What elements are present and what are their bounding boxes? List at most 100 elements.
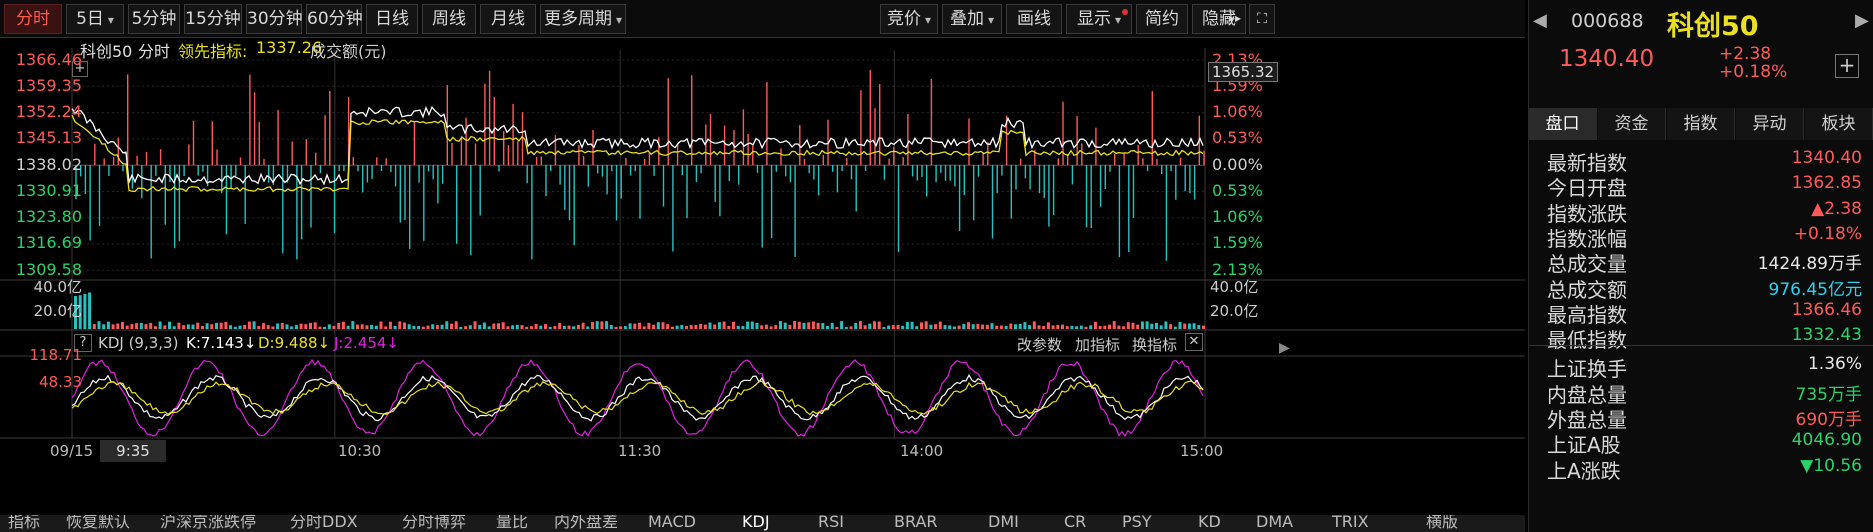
indicator-tab[interactable]: 横版 <box>1426 515 1458 532</box>
volume-bar <box>534 323 538 329</box>
divider <box>1529 345 1873 346</box>
time-label: 10:30 <box>338 442 382 460</box>
tab-60min[interactable]: 60分钟 <box>306 4 363 34</box>
collapse-panel-icon[interactable]: ▶ <box>1279 340 1290 370</box>
price-line <box>71 105 1204 186</box>
add-indicator-button[interactable]: 加指标 <box>1075 334 1120 355</box>
tab-index[interactable]: 指数 <box>1667 108 1735 140</box>
indicator-tab[interactable]: CR <box>1064 515 1086 532</box>
volume-bar <box>243 324 247 329</box>
tab-weekly[interactable]: 周线 <box>422 4 476 34</box>
expand-icon[interactable]: + <box>72 61 88 77</box>
volume-bar <box>515 324 519 329</box>
indicator-tab[interactable]: 量比 <box>496 515 528 532</box>
indicator-tab[interactable]: 指标 <box>8 515 40 532</box>
volume-bar <box>210 324 214 329</box>
indicator-tab[interactable]: TRIX <box>1332 515 1369 532</box>
pct-tick: 1.59% <box>1212 233 1263 252</box>
indicator-tab[interactable]: DMA <box>1256 515 1293 532</box>
simple-mode-button[interactable]: 简约 <box>1136 4 1188 34</box>
indicator-tab[interactable]: 恢复默认 <box>66 515 130 532</box>
volume-bar <box>478 324 482 329</box>
indicator-tab[interactable]: RSI <box>818 515 844 532</box>
volume-bar <box>1131 322 1135 329</box>
edit-params-button[interactable]: 改参数 <box>1017 334 1062 355</box>
indicator-tab[interactable]: PSY <box>1122 515 1152 532</box>
tab-intraday[interactable]: 分时 <box>4 4 62 34</box>
volume-bar <box>1197 325 1201 329</box>
tab-funds[interactable]: 资金 <box>1598 108 1666 140</box>
indicator-tab[interactable]: DMI <box>988 515 1019 532</box>
volume-bar <box>891 325 895 329</box>
fullscreen-icon[interactable]: ⛶ <box>1249 4 1275 34</box>
indicator-tab[interactable]: KD <box>1198 515 1221 532</box>
volume-bar <box>642 326 646 329</box>
tab-orderbook[interactable]: 盘口 <box>1529 108 1597 140</box>
indicator-tab[interactable]: 分时DDX <box>290 515 358 532</box>
mode-label: 分时 <box>138 42 171 61</box>
volume-bar <box>670 326 674 329</box>
indicator-tab[interactable]: KDJ <box>742 515 770 532</box>
add-watchlist-icon[interactable]: + <box>1835 54 1859 78</box>
prev-stock-icon[interactable]: ◀ <box>1533 10 1547 31</box>
volume-bar <box>915 326 919 329</box>
lead-indicator-line <box>71 114 1204 193</box>
volume-bar <box>1155 322 1158 329</box>
tab-monthly[interactable]: 月线 <box>480 4 536 34</box>
indicator-tab[interactable]: 内外盘差 <box>554 515 618 532</box>
volume-bar <box>628 323 632 329</box>
chevron-right-icon[interactable]: ▸▸ <box>1226 4 1244 34</box>
tab-anomaly[interactable]: 异动 <box>1736 108 1804 140</box>
indicator-tab[interactable]: 分时博弈 <box>402 515 466 532</box>
more-periods-dropdown[interactable]: 更多周期 <box>540 4 626 34</box>
indicator-tab[interactable]: MACD <box>648 515 696 532</box>
tab-5min[interactable]: 5分钟 <box>128 4 180 34</box>
switch-indicator-button[interactable]: 换指标 <box>1132 334 1177 355</box>
volume-bar <box>764 324 768 329</box>
tab-30min[interactable]: 30分钟 <box>246 4 303 34</box>
price-tick: 1345.13 <box>15 128 82 147</box>
volume-bar <box>360 324 364 329</box>
volume-bar <box>341 321 345 329</box>
volume-bar <box>544 324 547 329</box>
volume-bar <box>431 324 435 329</box>
volume-bar <box>501 322 505 329</box>
volume-bar <box>172 326 176 329</box>
close-icon[interactable]: ✕ <box>1185 333 1203 351</box>
indicator-tabs-bar: 指标 恢复默认 沪深京涨跌停 分时DDX 分时博弈 量比 内外盘差 MACD KDJ RSI BRA… <box>0 515 1525 532</box>
quote-value: +0.18% <box>1793 223 1862 244</box>
volume-bar <box>1079 325 1083 329</box>
volume-bar <box>1112 321 1116 329</box>
volume-bar <box>760 325 764 329</box>
tab-5day[interactable]: 5日 <box>66 4 124 34</box>
volume-bar <box>92 324 96 329</box>
volume-bar <box>957 325 961 329</box>
volume-bar <box>685 325 688 329</box>
pct-tick: 1.06% <box>1212 207 1263 226</box>
volume-bar <box>407 324 411 329</box>
overlay-dropdown[interactable]: 叠加 <box>942 4 1002 34</box>
volume-bar <box>835 326 839 329</box>
price-tick: 1359.35 <box>15 76 82 95</box>
volume-bar <box>967 322 970 329</box>
pct-tick: 1.06% <box>1212 102 1263 121</box>
volume-bar <box>417 326 421 329</box>
indicator-tab[interactable]: 沪深京涨跌停 <box>160 515 256 532</box>
draw-lines-button[interactable]: 画线 <box>1006 4 1062 34</box>
volume-bar <box>1051 325 1055 329</box>
volume-bar <box>826 325 829 329</box>
display-dropdown[interactable]: 显示 <box>1066 4 1132 34</box>
tab-daily[interactable]: 日线 <box>366 4 418 34</box>
volume-bar <box>1032 321 1036 329</box>
volume-bar <box>1108 324 1111 329</box>
indicator-tab[interactable]: BRAR <box>894 515 938 532</box>
tab-sector[interactable]: 板块 <box>1805 108 1873 140</box>
time-label: 14:00 <box>900 442 944 460</box>
volume-bar <box>1187 323 1191 329</box>
auction-dropdown[interactable]: 竞价 <box>880 4 938 34</box>
volume-bar <box>304 324 308 329</box>
next-stock-icon[interactable]: ▶ <box>1855 10 1869 31</box>
volume-bar <box>1037 325 1041 329</box>
tab-15min[interactable]: 15分钟 <box>184 4 242 34</box>
volume-bar <box>529 326 533 329</box>
